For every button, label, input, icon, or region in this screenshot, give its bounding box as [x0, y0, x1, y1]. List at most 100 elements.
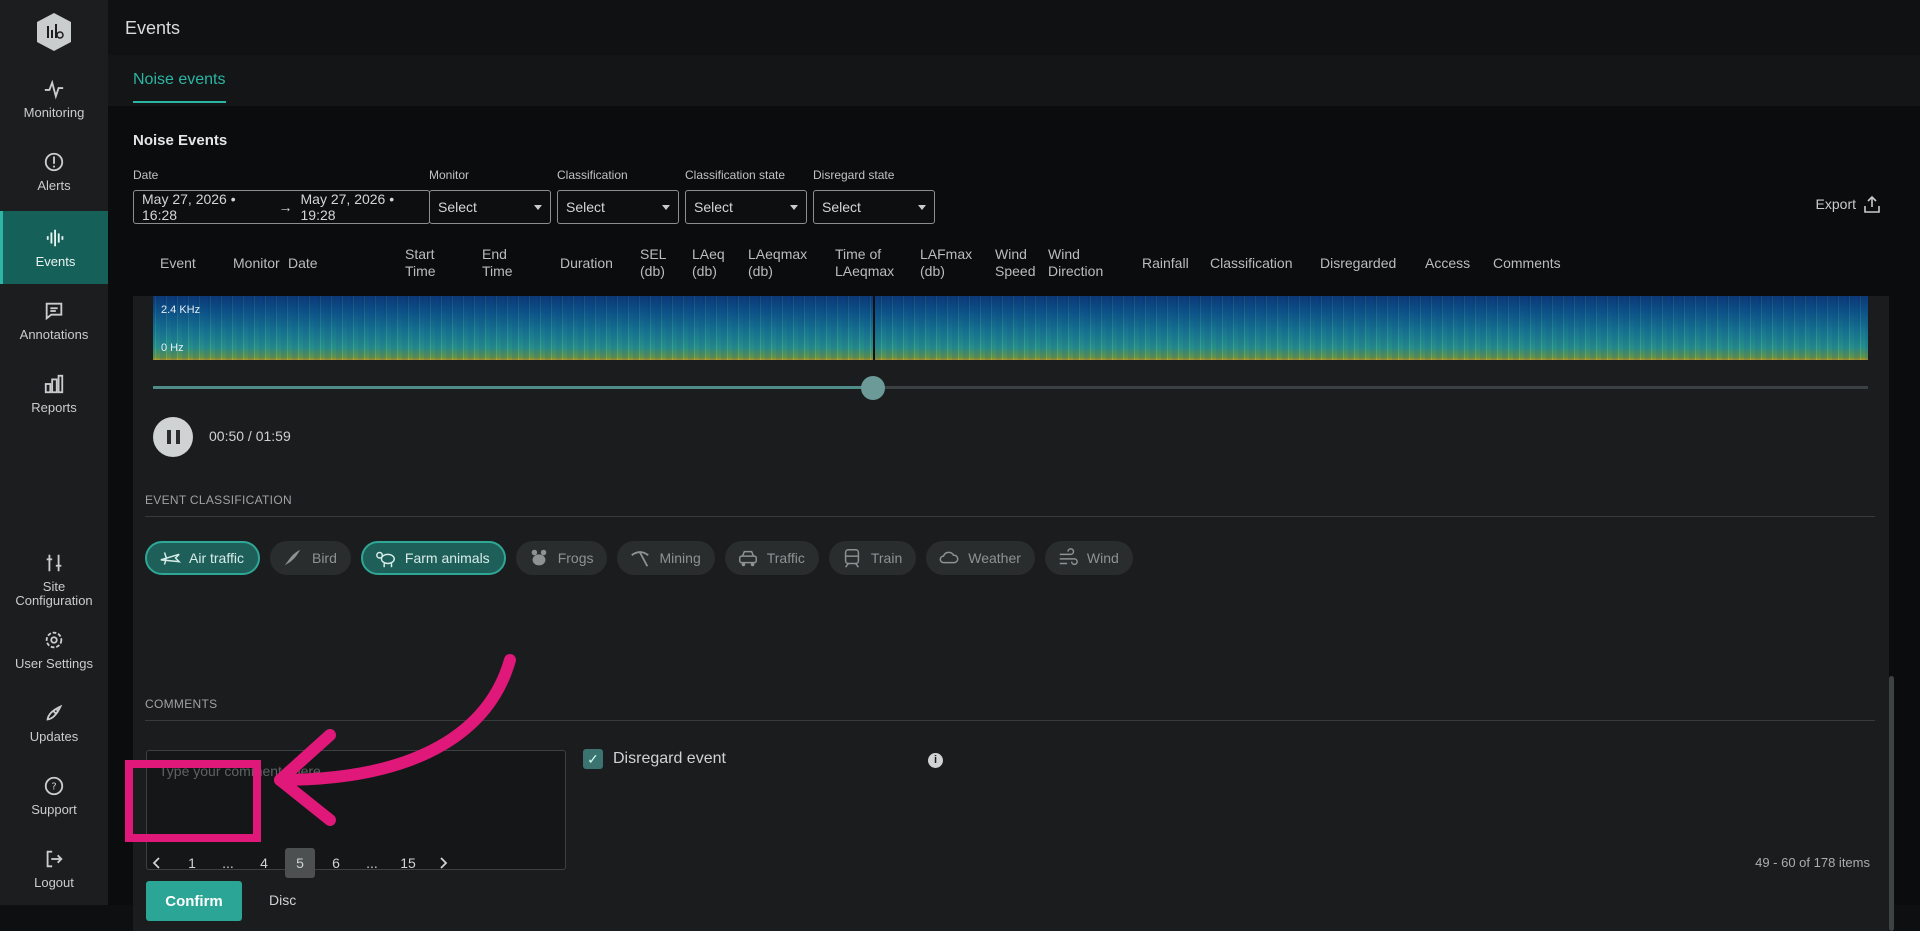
chip-mining[interactable]: Mining	[617, 541, 715, 575]
tab-noise-events[interactable]: Noise events	[133, 71, 226, 103]
app-logo-icon[interactable]	[35, 12, 73, 52]
page-ellipsis[interactable]: ...	[210, 848, 246, 878]
disregard-state-select[interactable]: Select	[813, 190, 935, 224]
wind-icon	[1059, 548, 1078, 566]
info-icon[interactable]: i	[928, 753, 943, 768]
next-page-button[interactable]	[426, 848, 462, 878]
monitor-select[interactable]: Select	[429, 190, 551, 224]
column-header[interactable]: Start Time	[405, 246, 436, 280]
column-header[interactable]: Time of LAeqmax	[835, 246, 894, 280]
classification-state-select-value: Select	[694, 199, 733, 215]
column-header[interactable]: LAeqmax (db)	[748, 246, 807, 280]
chip-air-traffic[interactable]: Air traffic	[145, 541, 260, 575]
sidebar-item-label: Support	[31, 801, 77, 817]
alert-circle-icon	[44, 152, 64, 171]
filter-label-disregard-state: Disregard state	[813, 168, 895, 182]
sidebar-item-site-configuration[interactable]: Site Configuration	[0, 540, 108, 620]
column-header[interactable]: SEL (db)	[640, 246, 666, 280]
column-header[interactable]: LAeq (db)	[692, 246, 725, 280]
classification-chips: Air traffic Bird Farm animals Frogs Mini…	[145, 541, 1133, 575]
sidebar: Monitoring Alerts Events Annotations Rep…	[0, 0, 108, 905]
sidebar-item-alerts[interactable]: Alerts	[0, 135, 108, 208]
chip-bird[interactable]: Bird	[269, 541, 351, 575]
chip-label: Weather	[968, 550, 1021, 566]
sidebar-item-updates[interactable]: Updates	[0, 686, 108, 759]
column-header[interactable]: End Time	[482, 246, 513, 280]
sidebar-item-user-settings[interactable]: User Settings	[0, 613, 108, 686]
rocket-icon	[46, 704, 63, 720]
chip-farm-animals[interactable]: Farm animals	[360, 541, 506, 575]
column-header[interactable]: Event	[160, 255, 196, 272]
page-button[interactable]: 6	[318, 848, 354, 878]
train-icon	[844, 549, 860, 568]
column-header[interactable]: LAFmax (db)	[920, 246, 972, 280]
sidebar-item-annotations[interactable]: Annotations	[0, 284, 108, 357]
chip-weather[interactable]: Weather	[926, 541, 1035, 575]
column-header[interactable]: Classification	[1210, 255, 1292, 272]
sidebar-item-support[interactable]: ? Support	[0, 759, 108, 832]
column-header[interactable]: Comments	[1493, 255, 1561, 272]
column-header[interactable]: Wind Direction	[1048, 246, 1103, 280]
sidebar-item-label: Updates	[29, 728, 79, 744]
spectrogram[interactable]: 2.4 KHz 0 Hz	[153, 296, 1868, 360]
table-header: Event Monitor Date Start Time End Time Durati…	[133, 246, 1873, 296]
items-count: 49 - 60 of 178 items	[1755, 855, 1870, 870]
date-range-picker[interactable]: May 27, 2026 • 16:28 → May 27, 2026 • 19…	[133, 190, 430, 224]
pause-icon	[166, 430, 171, 444]
confirm-button[interactable]: Confirm	[146, 881, 242, 921]
chevron-right-icon	[440, 857, 448, 869]
classification-select[interactable]: Select	[557, 190, 679, 224]
classification-state-select[interactable]: Select	[685, 190, 807, 224]
date-to: May 27, 2026 • 19:28	[300, 191, 395, 223]
prev-page-button[interactable]	[138, 848, 174, 878]
chip-label: Train	[870, 550, 903, 566]
page-title: Events	[125, 18, 181, 38]
page-ellipsis[interactable]: ...	[354, 848, 390, 878]
chip-wind[interactable]: Wind	[1044, 541, 1133, 575]
export-button[interactable]: Export	[1816, 195, 1880, 213]
disregard-event-label: Disregard event	[613, 750, 726, 767]
column-header[interactable]: Monitor	[233, 255, 280, 272]
sidebar-item-monitoring[interactable]: Monitoring	[0, 62, 108, 135]
discard-button[interactable]: Disc	[269, 892, 296, 908]
sidebar-item-label: Reports	[31, 399, 77, 415]
column-header[interactable]: Wind Speed	[995, 246, 1035, 280]
disregard-event-checkbox[interactable]: ✓ Disregard event	[583, 749, 726, 769]
chevron-down-icon	[790, 205, 798, 210]
column-header[interactable]: Rainfall	[1142, 255, 1189, 272]
playhead-line	[873, 296, 875, 360]
sidebar-item-logout[interactable]: Logout	[0, 832, 108, 905]
pagination: 1 ... 4 5 6 ... 15	[138, 848, 462, 878]
playback-slider[interactable]	[153, 376, 1868, 400]
chevron-left-icon	[152, 857, 160, 869]
scrollbar[interactable]	[1889, 676, 1894, 931]
sidebar-item-events[interactable]: Events	[0, 211, 108, 284]
column-header[interactable]: Disregarded	[1320, 255, 1396, 272]
column-header[interactable]: Access	[1425, 255, 1470, 272]
chip-label: Traffic	[766, 550, 805, 566]
svg-text:?: ?	[51, 781, 56, 792]
page-button[interactable]: 4	[246, 848, 282, 878]
filter-label-classification-state: Classification state	[685, 168, 786, 182]
sidebar-item-reports[interactable]: Reports	[0, 357, 108, 430]
page-button[interactable]: 15	[390, 848, 426, 878]
sidebar-item-label: Monitoring	[23, 104, 85, 120]
chip-train[interactable]: Train	[828, 541, 917, 575]
plane-icon	[160, 552, 181, 565]
column-header[interactable]: Date	[288, 255, 318, 272]
pause-button[interactable]	[153, 417, 193, 457]
chip-frogs[interactable]: Frogs	[515, 541, 608, 575]
sidebar-item-label: Annotations	[19, 326, 89, 342]
chip-label: Bird	[311, 550, 337, 566]
export-label: Export	[1815, 196, 1856, 212]
chip-label: Wind	[1086, 550, 1119, 566]
chip-traffic[interactable]: Traffic	[724, 541, 819, 575]
column-header[interactable]: Duration	[560, 255, 613, 272]
page-button[interactable]: 1	[174, 848, 210, 878]
page-button-current[interactable]: 5	[285, 848, 315, 878]
freq-low-label: 0 Hz	[161, 342, 184, 354]
playback-handle[interactable]	[861, 376, 886, 400]
waveform-icon	[46, 229, 63, 246]
filter-label-classification: Classification	[557, 168, 628, 182]
frog-icon	[531, 549, 547, 566]
